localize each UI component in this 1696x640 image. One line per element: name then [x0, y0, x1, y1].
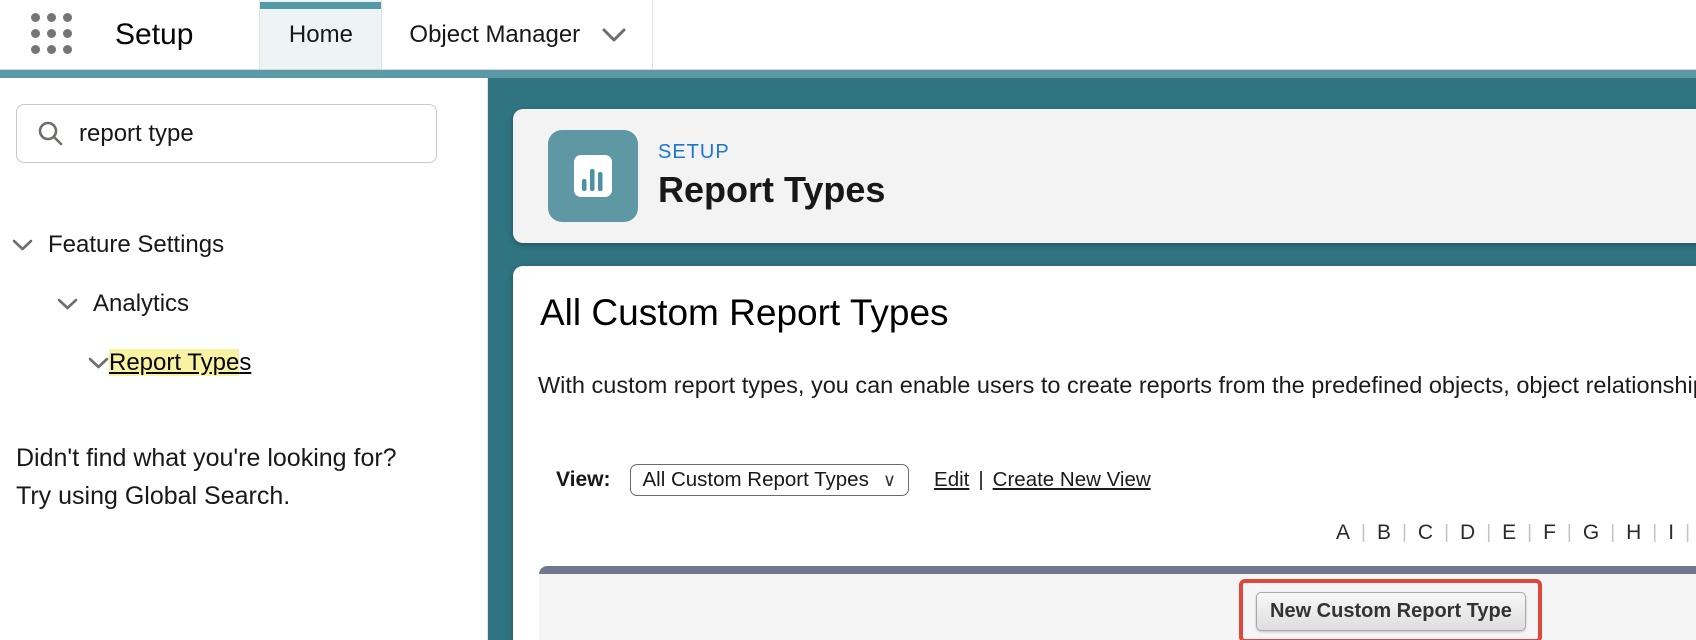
chevron-down-icon[interactable]	[88, 357, 109, 369]
link-separator: |	[978, 468, 984, 491]
quick-find-input[interactable]	[79, 119, 409, 148]
alpha-link-i[interactable]: I	[1668, 521, 1674, 545]
tree-item-label: Analytics	[93, 289, 190, 317]
alpha-separator: |	[1486, 522, 1492, 543]
chevron-down-icon	[602, 28, 626, 41]
alpha-separator: |	[1444, 522, 1450, 543]
tree-item-label: Report Types	[109, 348, 251, 377]
chevron-down-icon: ∨	[882, 469, 897, 490]
tree-item-feature-settings[interactable]: Feature Settings	[0, 215, 487, 274]
active-tab-indicator	[260, 2, 382, 9]
page-header-text: SETUP Report Types	[658, 141, 885, 211]
content-card: All Custom Report Types With custom repo…	[513, 266, 1696, 640]
setup-eyebrow: SETUP	[658, 141, 730, 163]
app-launcher-icon[interactable]	[31, 12, 79, 57]
alpha-separator: |	[1361, 522, 1366, 543]
alpha-link-c[interactable]: C	[1418, 521, 1433, 545]
report-types-table: New Custom Report Type	[539, 566, 1696, 640]
setup-tabs: Home Object Manager	[259, 0, 654, 69]
alpha-link-e[interactable]: E	[1502, 521, 1516, 545]
search-match-highlight: Report Type	[109, 348, 240, 376]
alpha-link-g[interactable]: G	[1583, 521, 1599, 545]
salesforce-setup-screen: Setup Home Object Manager report type Fe…	[0, 0, 1696, 640]
tab-object-manager-label: Object Manager	[409, 20, 581, 48]
page-title: Report Types	[658, 169, 886, 210]
view-row: View: All Custom Report Types ∨ Edit | C…	[556, 464, 1151, 496]
alpha-separator: |	[1401, 522, 1407, 543]
alpha-separator: |	[1610, 522, 1616, 543]
alpha-link-f[interactable]: F	[1543, 521, 1556, 545]
view-links: Edit | Create New View	[934, 468, 1151, 492]
report-types-icon-tile	[548, 130, 638, 222]
list-description: With custom report types, you can enable…	[538, 372, 1696, 398]
main-content-area: SETUP Report Types All Custom Report Typ…	[488, 78, 1696, 640]
tab-object-manager[interactable]: Object Manager	[382, 0, 654, 69]
alphabet-index: A|B|C|D|E|F|G|H|I|J|	[1336, 521, 1696, 545]
tree-item-reports-dashboards[interactable]: Report Types	[0, 333, 487, 392]
list-heading: All Custom Report Types	[540, 292, 949, 333]
edit-view-link[interactable]: Edit	[934, 468, 969, 492]
bar-chart-icon	[574, 155, 612, 197]
view-select-value: All Custom Report Types	[642, 468, 869, 491]
page-header-card: SETUP Report Types	[513, 109, 1696, 243]
alpha-link-d[interactable]: D	[1460, 521, 1475, 545]
table-top-border	[539, 566, 1696, 574]
create-new-view-link[interactable]: Create New View	[993, 468, 1151, 492]
alpha-separator: |	[1652, 522, 1658, 543]
setup-nav-tree: Feature Settings Analytics Report Types	[0, 215, 487, 392]
sidebar-footnote: Didn't find what you're looking for? Try…	[16, 444, 397, 510]
chevron-down-icon[interactable]	[12, 239, 33, 251]
search-icon	[38, 121, 63, 146]
view-select[interactable]: All Custom Report Types ∨	[630, 464, 910, 496]
view-label: View:	[556, 468, 611, 491]
tree-item-label: Feature Settings	[48, 230, 225, 258]
new-custom-report-type-button[interactable]: New Custom Report Type	[1256, 592, 1526, 631]
brand-strip	[0, 70, 1696, 78]
chevron-down-icon[interactable]	[57, 298, 78, 310]
quick-find-searchbox[interactable]	[16, 104, 437, 163]
app-title: Setup	[115, 17, 194, 51]
annotation-highlight-box: New Custom Report Type	[1239, 579, 1542, 640]
alpha-separator: |	[1685, 522, 1691, 543]
tree-item-analytics[interactable]: Analytics	[0, 274, 487, 333]
alpha-link-b[interactable]: B	[1377, 521, 1391, 545]
setup-sidebar: Feature Settings Analytics Report Types …	[0, 78, 488, 640]
alpha-link-h[interactable]: H	[1626, 521, 1641, 545]
alpha-separator: |	[1566, 522, 1572, 543]
alpha-separator: |	[1527, 522, 1533, 543]
top-bar: Setup Home Object Manager	[0, 0, 1696, 70]
alpha-link-a[interactable]: A	[1336, 521, 1350, 545]
tree-item-report-types-link[interactable]: Report Types	[109, 348, 251, 376]
tab-home[interactable]: Home	[259, 0, 383, 69]
tab-home-label: Home	[288, 20, 353, 48]
